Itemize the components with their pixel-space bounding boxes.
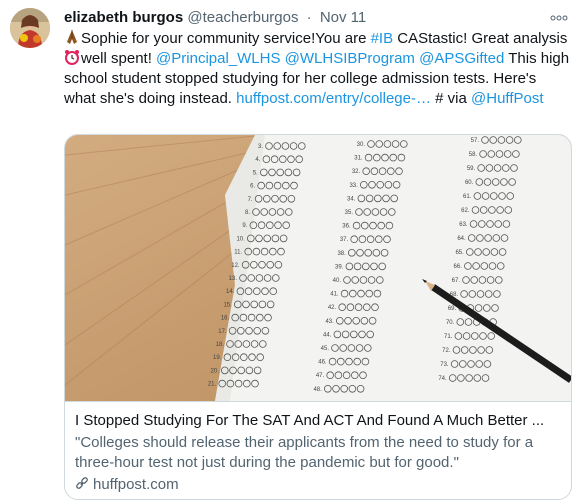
question-number: 3. — [258, 144, 263, 150]
question-number: 5. — [253, 170, 258, 176]
question-number: 37. — [340, 237, 349, 243]
question-number: 11. — [234, 250, 242, 256]
question-number: 64. — [457, 236, 466, 242]
tweet-text-segment: Sophie for your community service!You ar… — [81, 30, 371, 47]
tweet-timestamp[interactable]: Nov 11 — [320, 9, 366, 26]
question-number: 61. — [463, 194, 472, 200]
card-title[interactable]: I Stopped Studying For The SAT And ACT A… — [75, 411, 561, 431]
question-number: 38. — [337, 251, 346, 257]
question-number: 67. — [452, 278, 461, 284]
question-number: 48. — [313, 387, 322, 393]
question-number: 63. — [459, 222, 468, 228]
question-number: 60. — [465, 180, 474, 186]
question-number: 9. — [242, 223, 247, 229]
tweet-text-segment: well spent! — [81, 50, 157, 67]
question-number: 58. — [469, 152, 478, 158]
question-number: 19. — [213, 355, 222, 361]
mention-huffpost-link[interactable]: @HuffPost — [471, 90, 543, 107]
question-number: 40. — [333, 278, 342, 284]
question-number: 36. — [342, 224, 351, 230]
question-number: 13. — [229, 276, 238, 282]
more-options-icon[interactable] — [550, 10, 570, 22]
question-number: 7. — [248, 197, 253, 203]
mention-wlhsibprogram-link[interactable]: @WLHSIBProgram — [285, 50, 415, 67]
mention-apsgifted-link[interactable]: @APSGifted — [419, 50, 504, 67]
question-number: 32. — [352, 169, 361, 175]
tweet-text: Sophie for your community service!You ar… — [64, 29, 570, 109]
question-number: 4. — [255, 157, 260, 163]
question-number: 47. — [316, 373, 325, 379]
question-number: 20. — [210, 368, 219, 374]
question-number: 16. — [221, 316, 230, 322]
card-image-answer-sheet: 3. 4. 5. 6. 7. 8. 9. 10. 11. 12. 13. 14. 15. 16. 17. 18… — [65, 135, 571, 401]
question-number: 71. — [444, 334, 453, 340]
question-number: 73. — [440, 362, 449, 368]
question-number: 31. — [354, 156, 363, 162]
avatar[interactable] — [10, 8, 50, 48]
question-number: 39. — [335, 264, 344, 270]
avatar-image — [10, 8, 50, 48]
question-number: 34. — [347, 196, 356, 202]
question-number: 57. — [471, 138, 480, 144]
question-number: 30. — [357, 142, 366, 148]
question-number: 72. — [442, 348, 451, 354]
hashtag-ib-link[interactable]: #IB — [371, 30, 394, 47]
question-number: 6. — [250, 184, 255, 190]
question-number: 10. — [236, 236, 245, 242]
link-icon — [76, 477, 88, 489]
article-url-link[interactable]: huffpost.com/entry/college-… — [236, 90, 431, 107]
author-name[interactable]: elizabeth burgos — [64, 9, 183, 26]
author-handle[interactable]: @teacherburgos — [187, 9, 298, 26]
question-number: 69. — [448, 306, 457, 312]
question-number: 70. — [446, 320, 455, 326]
card-domain-text: huffpost.com — [93, 476, 179, 493]
question-number: 33. — [349, 183, 358, 189]
question-number: 18. — [216, 342, 225, 348]
question-number: 43. — [325, 319, 334, 325]
question-number: 44. — [323, 332, 332, 338]
question-number: 65. — [455, 250, 464, 256]
tweet-header: elizabeth burgos @teacherburgos · Nov 11 — [64, 9, 366, 29]
question-number: 41. — [330, 292, 339, 298]
tweet-text-segment: CAStastic! Great analysis — [393, 30, 568, 47]
question-number: 8. — [245, 210, 250, 216]
mention-principal-wlhs-link[interactable]: @Principal_WLHS — [156, 50, 280, 67]
question-number: 15. — [223, 302, 232, 308]
alarm-clock-icon — [64, 49, 80, 65]
question-number: 35. — [345, 210, 354, 216]
card-body: I Stopped Studying For The SAT And ACT A… — [65, 401, 571, 499]
question-number: 14. — [226, 289, 235, 295]
question-number: 62. — [461, 208, 470, 214]
question-number: 12. — [231, 263, 240, 269]
card-domain: huffpost.com — [75, 475, 179, 495]
header-separator: · — [306, 9, 312, 26]
tweet-text-segment: # via — [430, 90, 472, 107]
question-number: 21. — [208, 382, 217, 388]
link-preview-card[interactable]: 3. 4. 5. 6. 7. 8. 9. 10. 11. 12. 13. 14. 15. 16. 17. 18… — [64, 134, 572, 500]
question-number: 42. — [328, 305, 337, 311]
praying-hands-icon — [64, 29, 80, 45]
question-number: 45. — [321, 346, 330, 352]
question-number: 17. — [218, 329, 227, 335]
question-number: 46. — [318, 360, 327, 366]
card-description: "Colleges should release their applicant… — [75, 434, 534, 471]
question-number: 74. — [438, 376, 447, 382]
question-number: 59. — [467, 166, 476, 172]
question-number: 66. — [454, 264, 463, 270]
more-dots-icon — [550, 15, 568, 21]
